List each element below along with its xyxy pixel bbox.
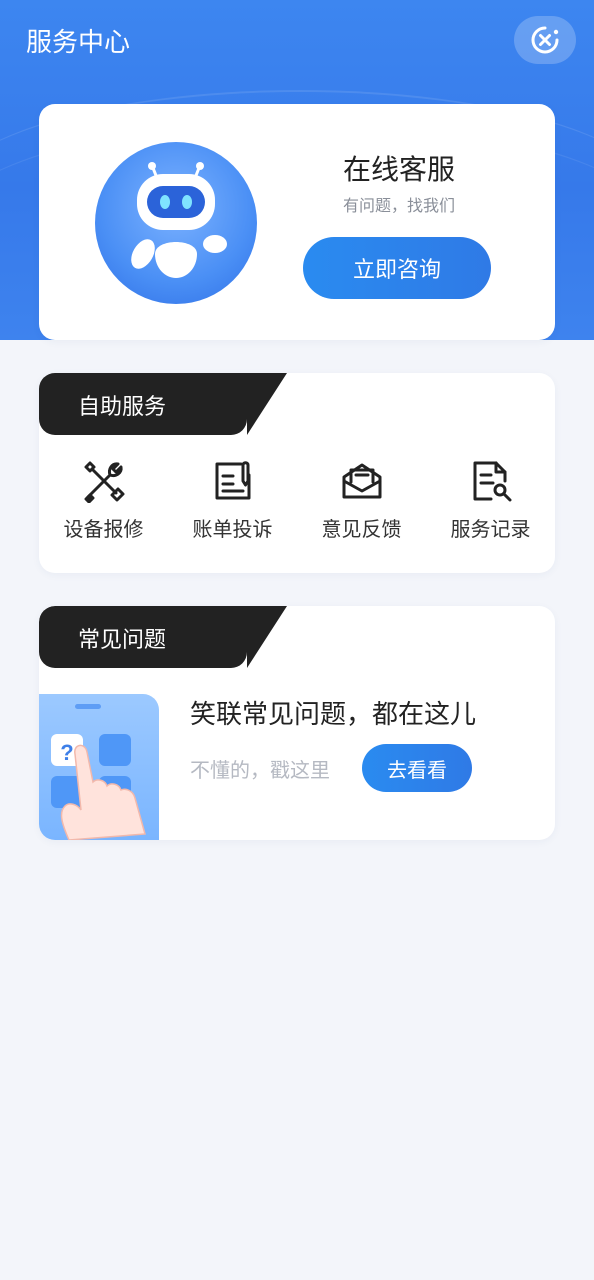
grid-item-bill-complaint[interactable]: 账单投诉	[173, 459, 293, 542]
grid-item-device-repair[interactable]: 设备报修	[44, 459, 164, 542]
faq-card: 常见问题 ? 笑联常见问题，都在这儿 不懂的，戳这里 去看看	[39, 606, 555, 840]
phone-faq-illustration: ?	[39, 694, 159, 840]
online-service-card: 在线客服 有问题，找我们 立即咨询	[39, 104, 555, 340]
record-icon	[473, 461, 511, 502]
svg-text:?: ?	[60, 740, 73, 765]
self-service-tag-label: 自助服务	[78, 395, 167, 420]
grid-item-label: 账单投诉	[192, 517, 273, 541]
grid-item-feedback[interactable]: 意见反馈	[302, 459, 422, 542]
go-see-button[interactable]: 去看看	[362, 744, 472, 792]
consult-now-button[interactable]: 立即咨询	[303, 237, 491, 299]
page-title: 服务中心	[26, 28, 131, 58]
tools-icon	[84, 461, 124, 503]
close-button[interactable]	[514, 16, 576, 64]
section-tag: 自助服务	[39, 373, 287, 435]
grid-item-label: 设备报修	[63, 517, 144, 541]
grid-item-service-record[interactable]: 服务记录	[431, 459, 551, 542]
section-tag: 常见问题	[39, 606, 287, 668]
online-service-subtitle: 有问题，找我们	[342, 196, 455, 215]
self-service-grid: 设备报修 账单投诉 意见反馈 服务记录	[39, 459, 555, 542]
faq-tag-label: 常见问题	[78, 628, 167, 653]
grid-item-label: 意见反馈	[321, 517, 402, 541]
document-edit-icon	[215, 461, 250, 500]
grid-item-label: 服务记录	[450, 517, 531, 541]
self-service-card: 自助服务 设备报修 账单投诉 意见反馈 服务记录	[39, 373, 555, 573]
online-service-title: 在线客服	[342, 153, 455, 186]
faq-title: 笑联常见问题，都在这儿	[190, 700, 477, 730]
hand-tap-illustration: ?	[51, 704, 146, 840]
mail-icon	[342, 463, 381, 499]
faq-subtitle: 不懂的，戳这里	[190, 758, 330, 782]
close-circle-icon	[531, 26, 559, 54]
